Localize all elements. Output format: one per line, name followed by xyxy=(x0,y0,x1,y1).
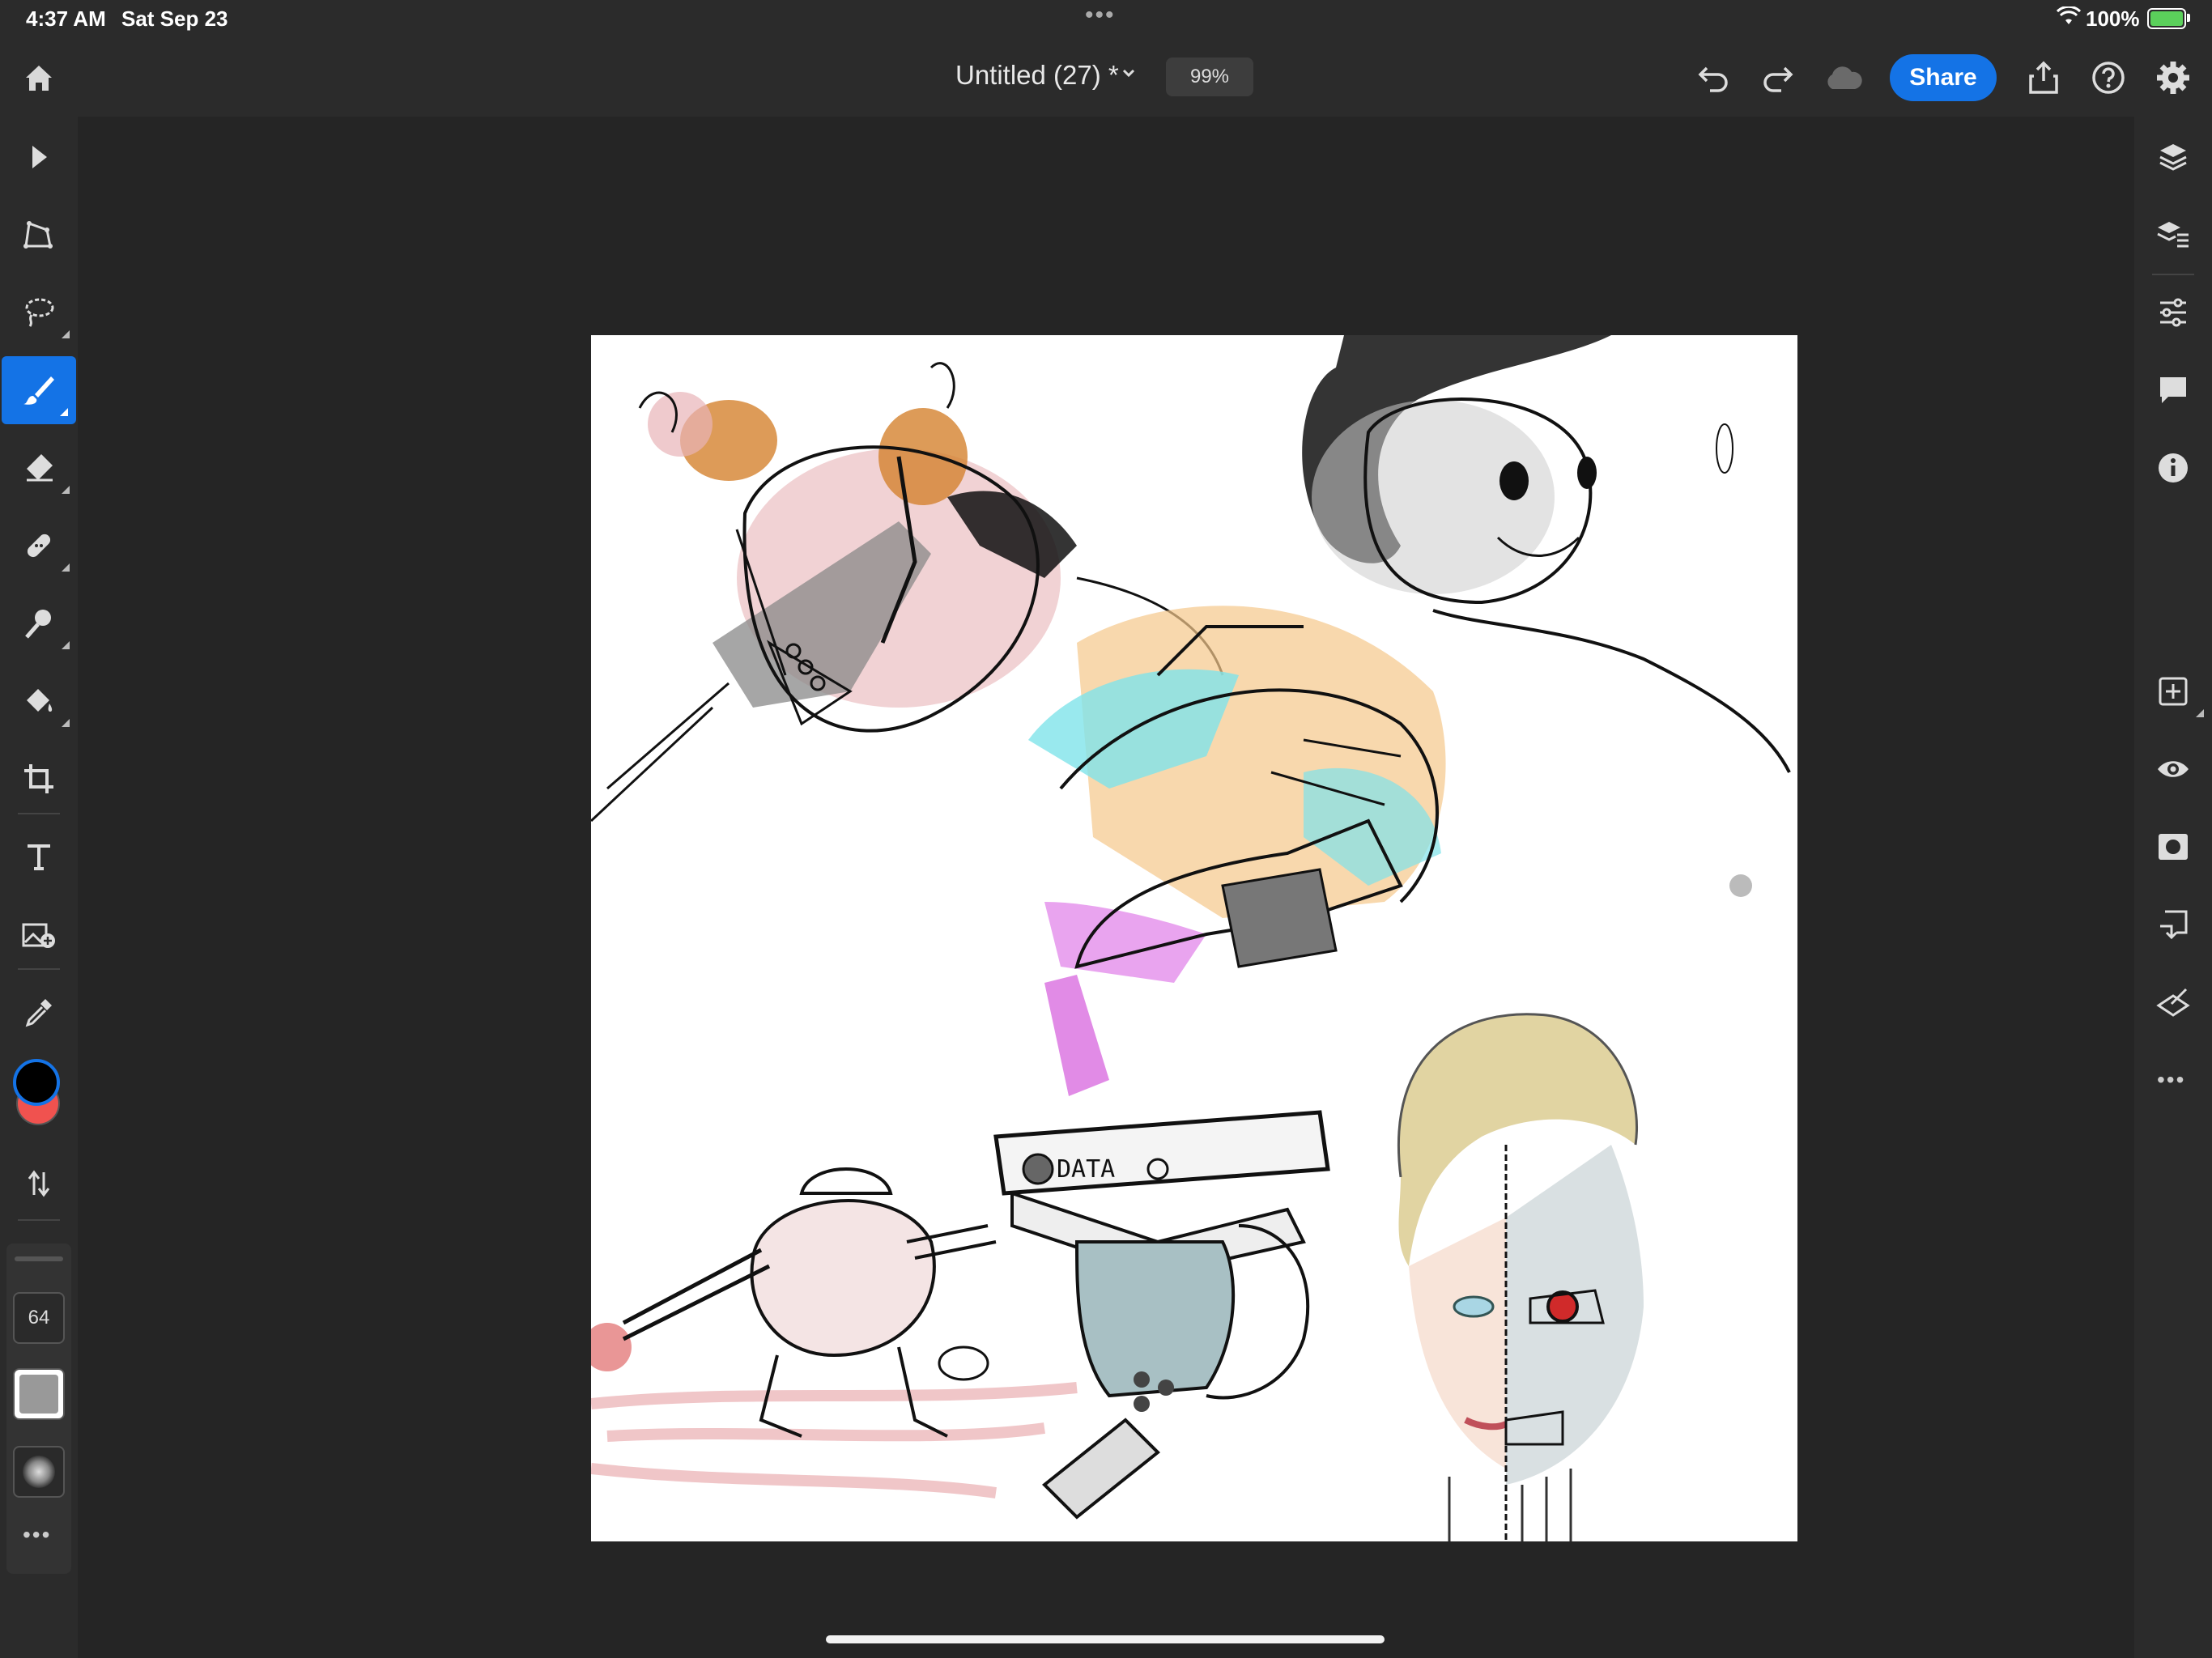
mech-sketch-bottom-left xyxy=(591,1167,1078,1499)
cyborg-portrait-sketch-bottom-right xyxy=(1397,1013,1644,1541)
lasso-icon[interactable] xyxy=(0,278,78,346)
tool-submenu-indicator xyxy=(62,486,70,494)
brush-opacity-swatch[interactable] xyxy=(13,1368,65,1420)
sketch-artwork: DATA xyxy=(591,335,1791,1541)
gear-icon[interactable] xyxy=(2147,52,2199,104)
merge-icon[interactable] xyxy=(2134,891,2212,959)
share-button[interactable]: Share xyxy=(1890,54,1997,101)
wifi-icon xyxy=(2056,5,2082,30)
opacity-preview xyxy=(19,1375,58,1414)
type-icon[interactable] xyxy=(0,823,78,891)
healing-icon[interactable] xyxy=(0,512,78,580)
home-icon[interactable] xyxy=(13,52,65,104)
helmet-sketch-center xyxy=(1028,606,1446,1096)
zoom-level[interactable]: 99% xyxy=(1166,57,1253,96)
fill-icon[interactable] xyxy=(0,667,78,735)
smudge-icon[interactable] xyxy=(0,589,78,657)
mask-icon[interactable] xyxy=(2134,813,2212,881)
comments-icon[interactable] xyxy=(2134,356,2212,424)
visibility-icon[interactable] xyxy=(2134,735,2212,803)
clear-icon[interactable] xyxy=(2134,968,2212,1036)
export-icon[interactable] xyxy=(2018,52,2069,104)
panel-divider xyxy=(2152,274,2194,275)
brush-icon[interactable] xyxy=(2,356,76,424)
chevron-down-icon[interactable] xyxy=(1121,65,1137,85)
tool-submenu-indicator xyxy=(62,563,70,572)
more-options-icon[interactable]: ••• xyxy=(23,1522,51,1548)
status-time: 4:37 AM xyxy=(26,6,106,31)
eraser-icon[interactable] xyxy=(0,434,78,502)
tool-submenu-indicator xyxy=(62,719,70,727)
layer-properties-icon[interactable] xyxy=(2134,201,2212,269)
toolbar-divider xyxy=(18,813,60,814)
undo-icon[interactable] xyxy=(1687,52,1739,104)
tool-submenu-indicator xyxy=(60,408,68,416)
right-panel xyxy=(2134,117,2212,1658)
battery-percent: 100% xyxy=(2086,6,2140,31)
svg-text:DATA: DATA xyxy=(1057,1155,1115,1184)
home-indicator[interactable] xyxy=(826,1635,1385,1643)
foreground-color-swatch[interactable] xyxy=(13,1059,60,1106)
status-date: Sat Sep 23 xyxy=(121,6,228,31)
transform-icon[interactable] xyxy=(0,201,78,269)
toolbar-divider xyxy=(18,1219,60,1221)
more-icon[interactable]: ••• xyxy=(2157,1067,2185,1093)
toolbar-divider xyxy=(18,968,60,970)
cloud-icon[interactable] xyxy=(1817,52,1869,104)
data-machine-sketch-bottom-center: DATA xyxy=(993,1110,1330,1520)
eyedropper-icon[interactable] xyxy=(0,978,78,1046)
brush-size-value[interactable]: 64 xyxy=(13,1292,65,1344)
status-bar: 4:37 AM Sat Sep 23 ••• 100% xyxy=(0,0,2212,39)
help-icon[interactable] xyxy=(2082,52,2134,104)
place-image-icon[interactable] xyxy=(0,900,78,968)
swap-colors-icon[interactable] xyxy=(0,1150,78,1218)
document-title[interactable]: Untitled (27) * xyxy=(955,60,1119,91)
battery-icon xyxy=(2147,8,2186,29)
redo-icon[interactable] xyxy=(1752,52,1804,104)
tool-submenu-indicator xyxy=(62,330,70,338)
add-layer-icon[interactable] xyxy=(2134,657,2212,725)
battery-tip xyxy=(2187,14,2190,22)
info-icon[interactable] xyxy=(2134,434,2212,502)
select-icon[interactable] xyxy=(0,123,78,191)
tool-submenu-indicator xyxy=(62,641,70,649)
adjustments-icon[interactable] xyxy=(2134,278,2212,346)
brush-hardness-swatch[interactable] xyxy=(13,1446,65,1498)
hardness-preview xyxy=(23,1456,55,1488)
panel-handle[interactable] xyxy=(15,1256,63,1261)
artwork-canvas[interactable]: DATA xyxy=(591,335,1797,1541)
multitasking-dots-icon[interactable]: ••• xyxy=(1085,2,1116,29)
layers-icon[interactable] xyxy=(2134,123,2212,191)
crop-icon[interactable] xyxy=(0,745,78,813)
tool-submenu-indicator xyxy=(2196,709,2204,717)
